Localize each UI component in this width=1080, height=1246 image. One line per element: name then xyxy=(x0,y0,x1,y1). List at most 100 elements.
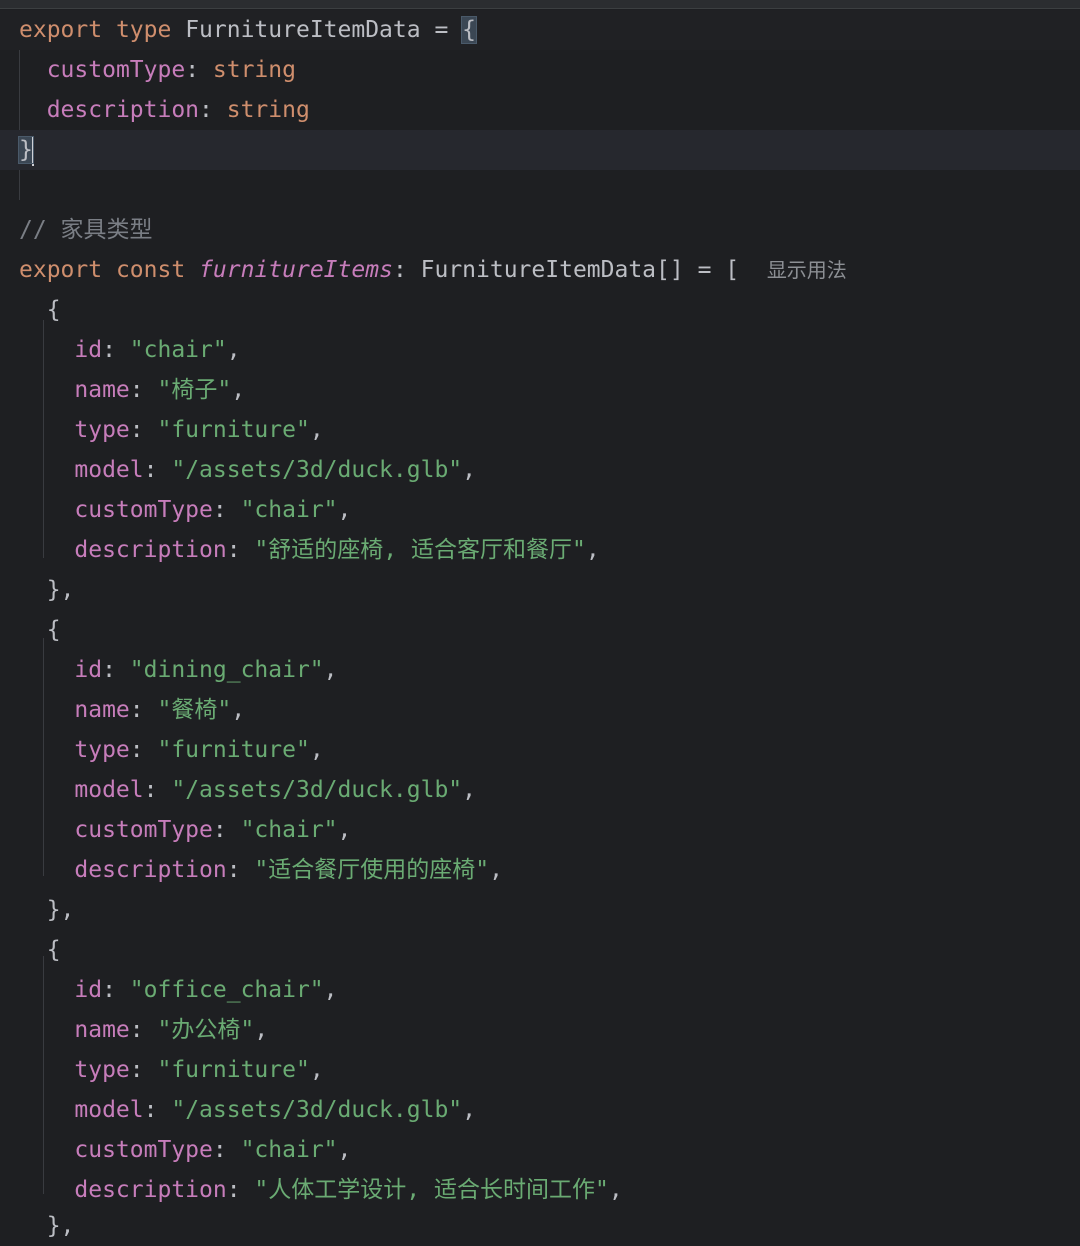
code-token: FurnitureItemData = xyxy=(171,17,463,43)
code-line[interactable]: customType: "chair", xyxy=(0,1130,1080,1170)
code-line-content: export const furnitureItems: FurnitureIt… xyxy=(19,250,847,290)
code-line[interactable]: description: "适合餐厅使用的座椅", xyxy=(0,850,1080,890)
code-token: : xyxy=(185,57,213,83)
property-token: model xyxy=(74,457,144,483)
code-token: , xyxy=(309,417,324,443)
code-token: : xyxy=(129,737,158,763)
code-line[interactable]: model: "/assets/3d/duck.glb", xyxy=(0,770,1080,810)
code-line-content: name: "椅子", xyxy=(19,370,245,410)
code-line-content: customType: "chair", xyxy=(19,1130,351,1170)
matched-brace: { xyxy=(461,16,477,44)
code-line[interactable]: model: "/assets/3d/duck.glb", xyxy=(0,450,1080,490)
code-editor[interactable]: export type FurnitureItemData = { custom… xyxy=(0,10,1080,1239)
code-line[interactable]: type: "furniture", xyxy=(0,1050,1080,1090)
string-token: "人体工学设计, 适合长时间工作" xyxy=(254,1177,609,1203)
code-line[interactable]: name: "餐椅", xyxy=(0,690,1080,730)
property-token: name xyxy=(74,1017,130,1043)
code-token: , xyxy=(309,737,324,763)
string-token: "/assets/3d/duck.glb" xyxy=(171,777,463,803)
code-line[interactable]: }, xyxy=(0,1206,1080,1246)
code-token: : xyxy=(102,977,130,1003)
string-token: "furniture" xyxy=(157,417,310,443)
code-token: : xyxy=(226,857,255,883)
code-line-content: type: "furniture", xyxy=(19,1050,323,1090)
keyword-token: export xyxy=(19,257,103,283)
code-token: , xyxy=(462,777,476,803)
string-token: "chair" xyxy=(240,1137,338,1163)
string-token: "chair" xyxy=(129,337,227,363)
property-token: customType xyxy=(74,817,213,843)
code-line[interactable]: { xyxy=(0,930,1080,970)
code-token: : xyxy=(129,1017,158,1043)
code-line[interactable]: } xyxy=(0,130,1080,170)
code-token: , xyxy=(462,457,476,483)
code-line[interactable]: customType: "chair", xyxy=(0,810,1080,850)
code-line[interactable]: // 家具类型 xyxy=(0,210,1080,250)
code-line-content: description: "舒适的座椅, 适合客厅和餐厅", xyxy=(19,530,599,570)
code-line[interactable] xyxy=(0,170,1080,210)
code-line[interactable]: { xyxy=(0,610,1080,650)
code-token: { xyxy=(19,937,61,963)
code-line[interactable]: description: "人体工学设计, 适合长时间工作", xyxy=(0,1170,1080,1210)
code-line[interactable]: name: "椅子", xyxy=(0,370,1080,410)
code-token: : xyxy=(129,377,158,403)
code-token: { xyxy=(19,297,61,323)
code-line[interactable]: customType: "chair", xyxy=(0,490,1080,530)
keyword-token: string xyxy=(226,97,310,123)
code-token: , xyxy=(337,497,352,523)
identifier-token: furnitureItems xyxy=(199,257,393,283)
code-token: , xyxy=(337,1137,352,1163)
string-token: "适合餐厅使用的座椅" xyxy=(254,857,490,883)
code-line[interactable]: customType: string xyxy=(0,50,1080,90)
code-line-content: name: "餐椅", xyxy=(19,690,245,730)
code-line[interactable]: { xyxy=(0,290,1080,330)
code-token: : xyxy=(226,1177,255,1203)
code-line[interactable]: model: "/assets/3d/duck.glb", xyxy=(0,1090,1080,1130)
matched-brace: } xyxy=(18,136,34,164)
property-token: type xyxy=(74,417,130,443)
code-line-content: { xyxy=(19,930,61,970)
code-line[interactable]: export const furnitureItems: FurnitureIt… xyxy=(0,250,1080,290)
code-line-content: customType: "chair", xyxy=(19,490,351,530)
code-token: , xyxy=(231,377,246,403)
code-line[interactable]: type: "furniture", xyxy=(0,730,1080,770)
code-line-content: id: "chair", xyxy=(19,330,240,370)
code-token: , xyxy=(323,977,338,1003)
code-line[interactable]: export type FurnitureItemData = { xyxy=(0,10,1080,50)
keyword-token: string xyxy=(212,57,296,83)
property-token: description xyxy=(74,857,227,883)
string-token: "办公椅" xyxy=(157,1017,255,1043)
keyword-token: export xyxy=(19,17,103,43)
code-line-content: }, xyxy=(19,890,75,930)
property-token: id xyxy=(74,337,103,363)
property-token: name xyxy=(74,377,130,403)
inlay-hint-usages[interactable]: 显示用法 xyxy=(767,258,847,282)
code-line[interactable]: id: "chair", xyxy=(0,330,1080,370)
text-caret xyxy=(31,135,34,166)
code-line[interactable]: name: "办公椅", xyxy=(0,1010,1080,1050)
code-line-content: description: "适合餐厅使用的座椅", xyxy=(19,850,503,890)
keyword-token: type xyxy=(115,17,172,43)
code-line[interactable]: type: "furniture", xyxy=(0,410,1080,450)
code-line-content: description: string xyxy=(19,90,310,130)
code-token: , xyxy=(337,817,352,843)
code-token: : xyxy=(226,537,255,563)
property-token: id xyxy=(74,657,103,683)
code-line[interactable]: description: string xyxy=(0,90,1080,130)
code-line[interactable]: id: "office_chair", xyxy=(0,970,1080,1010)
editor-top-border xyxy=(0,0,1080,9)
code-line[interactable]: }, xyxy=(0,570,1080,610)
code-token: }, xyxy=(19,577,75,603)
code-line[interactable]: }, xyxy=(0,890,1080,930)
code-line[interactable]: description: "舒适的座椅, 适合客厅和餐厅", xyxy=(0,530,1080,570)
code-line-content: }, xyxy=(19,1206,75,1246)
code-line[interactable]: id: "dining_chair", xyxy=(0,650,1080,690)
